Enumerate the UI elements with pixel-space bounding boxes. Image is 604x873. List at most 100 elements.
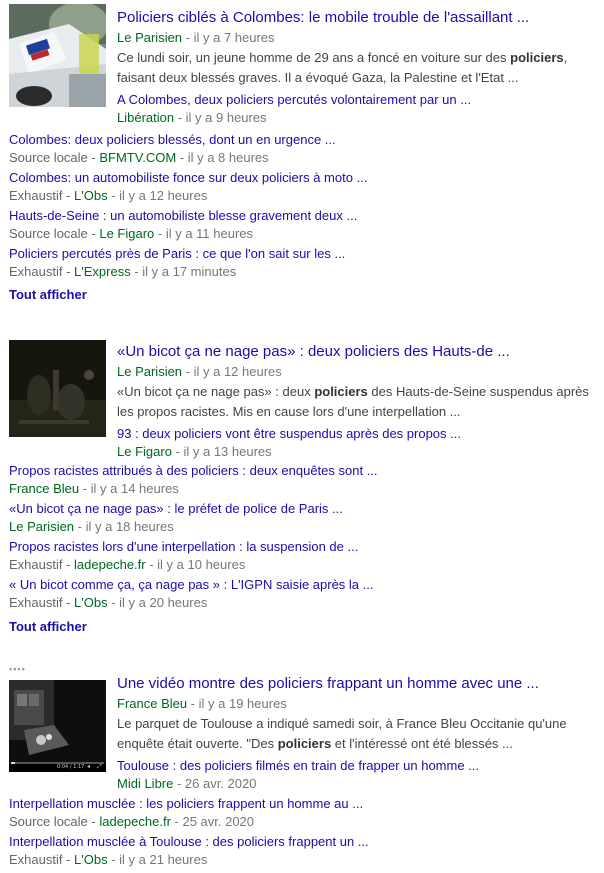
source-name: L'Obs — [74, 595, 108, 610]
snippet: Le parquet de Toulouse a indiqué samedi … — [117, 714, 600, 754]
age-label: - il y a 13 heures — [171, 444, 272, 459]
related-link[interactable]: Interpellation musclée : les policiers f… — [9, 795, 600, 813]
snippet-text: Ce lundi soir, un jeune homme de 29 ans … — [117, 50, 511, 65]
sub-story-meta: Libération - il y a 9 heures — [117, 109, 600, 127]
headline-meta: Le Parisien - il y a 12 heures — [117, 363, 600, 381]
main-story: Policiers ciblés à Colombes: le mobile t… — [117, 8, 600, 127]
related-item: « Un bicot comme ça, ça nage pas » : L'I… — [9, 576, 600, 612]
coverage-label: Exhaustif — [9, 557, 63, 572]
coverage-label: Source locale — [9, 150, 88, 165]
coverage-label: Exhaustif — [9, 188, 63, 203]
headline-link[interactable]: Policiers ciblés à Colombes: le mobile t… — [117, 8, 600, 28]
related-link[interactable]: «Un bicot ça ne nage pas» : le préfet de… — [9, 500, 600, 518]
related-link[interactable]: « Un bicot comme ça, ça nage pas » : L'I… — [9, 576, 600, 594]
source-name: France Bleu — [117, 696, 188, 711]
source-name: Le Figaro — [117, 444, 172, 459]
sub-story-link[interactable]: 93 : deux policiers vont être suspendus … — [117, 425, 600, 443]
source-name: BFMTV.COM — [99, 150, 177, 165]
related-item: Hauts-de-Seine : un automobiliste blesse… — [9, 207, 600, 243]
separator: - — [62, 595, 75, 610]
source-name: Libération — [117, 110, 175, 125]
news-thumbnail[interactable] — [9, 4, 106, 107]
source-name: L'Obs — [74, 852, 108, 867]
related-link[interactable]: Colombes: un automobiliste fonce sur deu… — [9, 169, 600, 187]
related-item: Colombes: deux policiers blessés, dont u… — [9, 131, 600, 167]
age-label: - il y a 9 heures — [174, 110, 267, 125]
related-link[interactable]: Hauts-de-Seine : un automobiliste blesse… — [9, 207, 600, 225]
related-link[interactable]: Propos racistes attribués à des policier… — [9, 462, 600, 480]
snippet-text: «Un bicot ça ne nage pas» : deux — [117, 384, 315, 399]
sub-story-meta: Midi Libre - 26 avr. 2020 — [117, 775, 600, 793]
video-still-icon — [9, 680, 106, 772]
source-name: ladepeche.fr — [99, 814, 171, 829]
related-item: Interpellation musclée : les policiers f… — [9, 795, 600, 831]
coverage-label: Exhaustif — [9, 852, 63, 867]
age-label: - il y a 20 heures — [107, 595, 208, 610]
headline-meta: France Bleu - il y a 19 heures — [117, 695, 600, 713]
show-all-link[interactable]: Tout afficher — [9, 287, 87, 302]
age-label: - il y a 11 heures — [154, 226, 254, 241]
coverage-label: Source locale — [9, 814, 88, 829]
sub-story-meta: Le Figaro - il y a 13 heures — [117, 443, 600, 461]
headline-link[interactable]: «Un bicot ça ne nage pas» : deux policie… — [117, 342, 600, 362]
police-car-photo-icon — [9, 4, 106, 107]
separator: - — [87, 226, 100, 241]
age-label: - il y a 10 heures — [145, 557, 246, 572]
related-link[interactable]: Propos racistes lors d'une interpellatio… — [9, 538, 600, 556]
fullscreen-icon[interactable]: ⤢ — [97, 763, 102, 771]
video-thumbnail[interactable]: 0:04 / 1:17 ◂ ⤢ — [9, 680, 106, 772]
coverage-label: Source locale — [9, 226, 88, 241]
volume-icon[interactable]: ◂ — [87, 763, 90, 771]
night-video-photo-icon — [9, 340, 106, 437]
more-dots-icon: ▪▪▪▪ — [9, 664, 26, 674]
age-label: - il y a 8 heures — [176, 150, 269, 165]
related-item: Propos racistes attribués à des policier… — [9, 462, 600, 498]
source-name: France Bleu — [9, 481, 80, 496]
age-label: - il y a 19 heures — [187, 696, 287, 711]
snippet-text: et l'intéressé ont été blessés ... — [331, 736, 513, 751]
snippet-highlight: policiers — [510, 50, 564, 65]
snippet: Ce lundi soir, un jeune homme de 29 ans … — [117, 48, 600, 88]
coverage-label: Exhaustif — [9, 264, 63, 279]
separator: - — [62, 852, 75, 867]
age-label: - il y a 18 heures — [74, 519, 174, 534]
source-name: Midi Libre — [117, 776, 174, 791]
related-link[interactable]: Interpellation musclée à Toulouse : des … — [9, 833, 600, 851]
age-label: - 26 avr. 2020 — [173, 776, 257, 791]
source-name: Le Parisien — [117, 30, 183, 45]
sub-story-link[interactable]: A Colombes, deux policiers percutés volo… — [117, 91, 600, 109]
related-item: Colombes: un automobiliste fonce sur deu… — [9, 169, 600, 205]
related-item: Policiers percutés près de Paris : ce qu… — [9, 245, 600, 281]
age-label: - 25 avr. 2020 — [170, 814, 255, 829]
related-item: «Un bicot ça ne nage pas» : le préfet de… — [9, 500, 600, 536]
related-link[interactable]: Policiers percutés près de Paris : ce qu… — [9, 245, 600, 263]
snippet: «Un bicot ça ne nage pas» : deux policie… — [117, 382, 600, 422]
age-label: - il y a 12 heures — [182, 364, 282, 379]
separator: - — [62, 264, 75, 279]
source-name: ladepeche.fr — [74, 557, 146, 572]
source-name: Le Parisien — [117, 364, 183, 379]
age-label: - il y a 17 minutes — [130, 264, 237, 279]
separator: - — [87, 814, 100, 829]
main-story: Une vidéo montre des policiers frappant … — [117, 674, 600, 793]
news-thumbnail[interactable] — [9, 340, 106, 437]
separator: - — [87, 150, 100, 165]
snippet-highlight: policiers — [314, 384, 368, 399]
show-all-link[interactable]: Tout afficher — [9, 619, 87, 634]
related-item: Interpellation musclée à Toulouse : des … — [9, 833, 600, 869]
related-item: Propos racistes lors d'une interpellatio… — [9, 538, 600, 574]
sub-story-link[interactable]: Toulouse : des policiers filmés en train… — [117, 757, 600, 775]
separator: - — [62, 188, 75, 203]
source-name: L'Obs — [74, 188, 108, 203]
related-link[interactable]: Colombes: deux policiers blessés, dont u… — [9, 131, 600, 149]
source-name: L'Express — [74, 264, 131, 279]
headline-link[interactable]: Une vidéo montre des policiers frappant … — [117, 674, 600, 694]
age-label: - il y a 7 heures — [182, 30, 275, 45]
source-name: Le Figaro — [99, 226, 155, 241]
main-story: «Un bicot ça ne nage pas» : deux policie… — [117, 342, 600, 461]
age-label: - il y a 14 heures — [79, 481, 179, 496]
snippet-highlight: policiers — [277, 736, 332, 751]
separator: - — [62, 557, 75, 572]
source-name: Le Parisien — [9, 519, 75, 534]
coverage-label: Exhaustif — [9, 595, 63, 610]
